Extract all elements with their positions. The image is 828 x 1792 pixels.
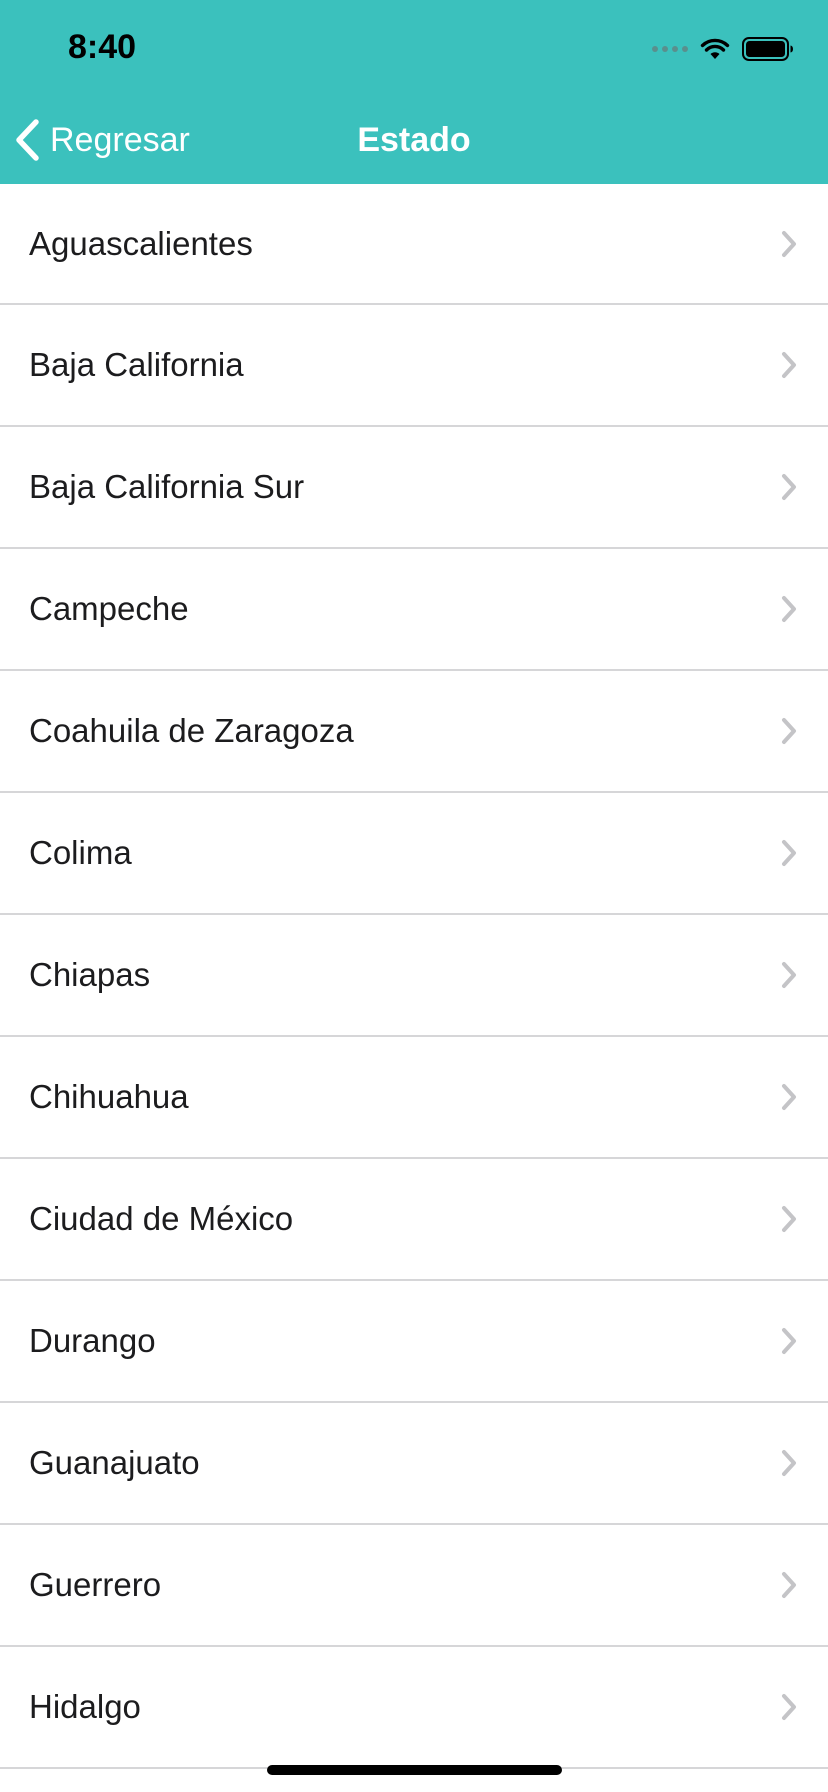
wifi-icon [700, 38, 730, 59]
status-icons [652, 34, 794, 64]
list-item[interactable]: Campeche [0, 549, 828, 671]
status-time: 8:40 [68, 28, 137, 66]
cellular-dots-icon [652, 46, 688, 52]
list-item[interactable]: Chihuahua [0, 1037, 828, 1159]
list-item[interactable]: Durango [0, 1281, 828, 1403]
list-item-label: Colima [29, 834, 132, 871]
chevron-right-icon [782, 1572, 796, 1598]
chevron-right-icon [782, 474, 796, 500]
list-item[interactable]: Guanajuato [0, 1403, 828, 1525]
list-item[interactable]: Baja California [0, 305, 828, 427]
list-item-label: Campeche [29, 590, 189, 627]
page-title: Estado [357, 121, 471, 159]
list-item-label: Guanajuato [29, 1444, 200, 1481]
chevron-right-icon [782, 1084, 796, 1110]
list-item[interactable]: Chiapas [0, 915, 828, 1037]
home-indicator[interactable] [267, 1765, 562, 1775]
chevron-right-icon [782, 1694, 796, 1720]
list-item-label: Coahuila de Zaragoza [29, 712, 354, 749]
list-item[interactable]: Hidalgo [0, 1647, 828, 1769]
list-item-label: Aguascalientes [29, 224, 253, 262]
list-item[interactable]: Baja California Sur [0, 427, 828, 549]
list-item-label: Ciudad de México [29, 1200, 294, 1237]
chevron-right-icon [782, 596, 796, 622]
chevron-right-icon [782, 840, 796, 866]
chevron-right-icon [782, 230, 796, 257]
state-list: Aguascalientes Baja California Baja Califo… [0, 184, 828, 1769]
list-item[interactable]: Guerrero [0, 1525, 828, 1647]
list-item-label: Guerrero [29, 1566, 162, 1603]
list-item-label: Durango [29, 1322, 156, 1359]
list-item[interactable]: Colima [0, 793, 828, 915]
list-item-label: Hidalgo [29, 1688, 141, 1725]
list-item-label: Chiapas [29, 956, 151, 993]
list-item-label: Baja California [29, 346, 244, 383]
list-item-label: Baja California Sur [29, 468, 305, 505]
battery-icon [742, 37, 793, 61]
chevron-right-icon [782, 1206, 796, 1232]
list-item[interactable]: Aguascalientes [0, 184, 828, 305]
chevron-right-icon [782, 1450, 796, 1476]
list-item-label: Chihuahua [29, 1078, 189, 1115]
list-item[interactable]: Coahuila de Zaragoza [0, 671, 828, 793]
nav-header: 8:40 Regresar Estado [0, 0, 828, 184]
chevron-right-icon [782, 962, 796, 988]
chevron-right-icon [782, 352, 796, 378]
chevron-right-icon [782, 1328, 796, 1354]
list-item[interactable]: Ciudad de México [0, 1159, 828, 1281]
chevron-right-icon [782, 718, 796, 744]
